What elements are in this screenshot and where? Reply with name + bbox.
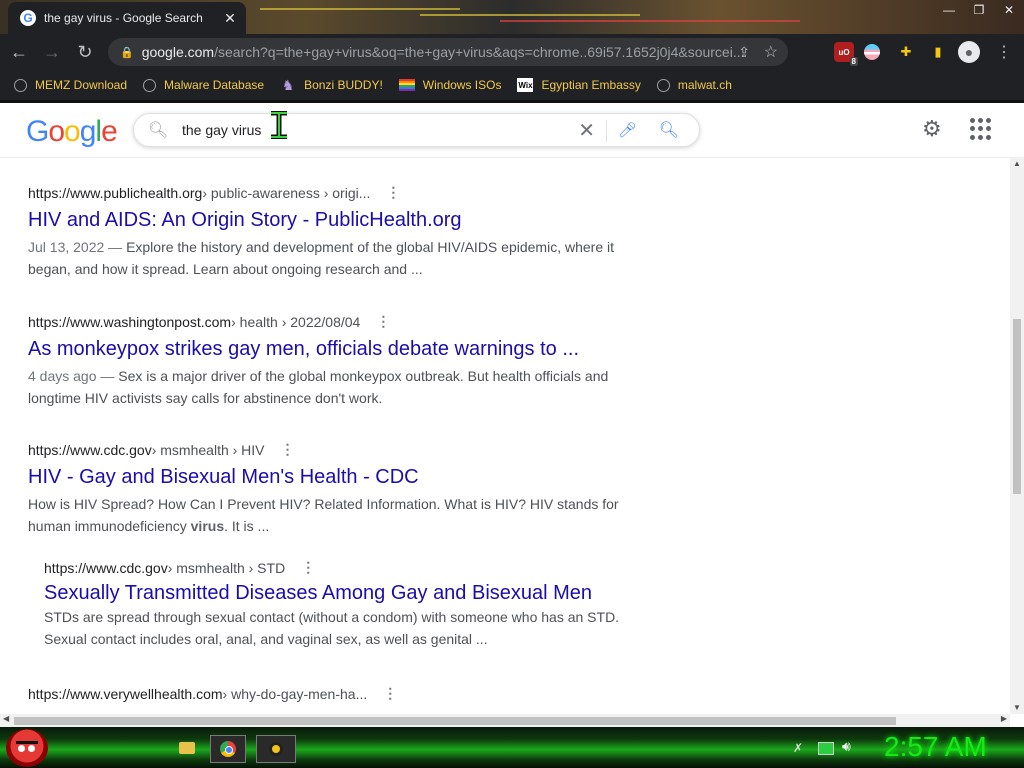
result-cite[interactable]: https://www.washingtonpost.com › health … (28, 313, 628, 330)
wallpaper-streak (260, 8, 460, 10)
search-icon: 🔍︎ (148, 122, 169, 139)
result-snippet: How is HIV Spread? How Can I Prevent HIV… (28, 496, 619, 534)
tray-volume-icon[interactable]: 🔊︎ (842, 738, 851, 755)
search-result: https://www.publichealth.org › public-aw… (28, 184, 628, 280)
result-cite[interactable]: https://www.cdc.gov › msmhealth › STD ⋮ (44, 559, 644, 576)
bonzi-icon: ♞ (281, 76, 295, 93)
globe-icon (14, 78, 27, 92)
reload-icon[interactable]: ↻ (71, 38, 99, 66)
taskbar-file-explorer[interactable] (172, 735, 202, 761)
search-submit-icon[interactable]: 🔍︎ (659, 120, 679, 140)
clear-icon[interactable]: ✕ (578, 118, 595, 143)
scroll-right-icon[interactable]: ▶ (1001, 714, 1007, 723)
search-input[interactable] (180, 121, 544, 139)
folder-icon (179, 742, 195, 754)
bookmark-star-icon[interactable]: ☆ (764, 42, 778, 62)
result-cite[interactable]: https://www.publichealth.org › public-aw… (28, 184, 628, 201)
tray-display-icon[interactable] (818, 742, 834, 755)
result-cite[interactable]: https://www.cdc.gov › msmhealth › HIV ⋮ (28, 441, 628, 458)
more-options-icon[interactable]: ⋮ (376, 313, 390, 330)
media-disc-icon (269, 742, 283, 756)
result-snippet: 4 days ago — Sex is a major driver of th… (28, 368, 609, 406)
close-window-icon[interactable]: ✕ (994, 0, 1024, 20)
search-result-indented: https://www.cdc.gov › msmhealth › STD ⋮ S… (44, 559, 644, 650)
taskbar: ✗ 🔊︎ 2:57 AM (0, 727, 1024, 768)
address-bar[interactable]: 🔒 google.com/search?q=the+gay+virus&oq=t… (108, 38, 788, 66)
bookmark-malwatch[interactable]: malwat.ch (656, 78, 732, 92)
minimize-icon[interactable]: — (934, 0, 964, 20)
share-icon[interactable]: ⇪ (738, 44, 750, 61)
extensions-puzzle-icon[interactable]: ✚ (896, 42, 916, 62)
back-arrow-icon[interactable]: ← (5, 38, 33, 66)
google-logo[interactable]: Google (26, 115, 118, 149)
windows-flag-icon (398, 79, 415, 91)
result-cite[interactable]: https://www.verywellhealth.com › why-do-… (28, 685, 628, 702)
browser-tab-strip: G the gay virus - Google Search ✕ — ❐ ✕ (0, 0, 1024, 34)
search-results: https://www.publichealth.org › public-aw… (0, 158, 1010, 714)
result-snippet: STDs are spread through sexual contact (… (44, 609, 620, 647)
forward-arrow-icon[interactable]: → (38, 38, 66, 66)
horizontal-scrollbar[interactable]: ◀ ▶ (0, 714, 1010, 727)
address-url[interactable]: google.com/search?q=the+gay+virus&oq=the… (142, 44, 762, 60)
bookmark-bonzi-buddy[interactable]: ♞ Bonzi BUDDY! (280, 77, 383, 93)
taskbar-chrome[interactable] (210, 735, 246, 763)
chrome-icon (220, 741, 236, 757)
ublock-badge: 8 (849, 57, 858, 66)
more-options-icon[interactable]: ⋮ (383, 685, 397, 702)
wallpaper-streak (500, 20, 800, 22)
bookmark-malware-database[interactable]: Malware Database (143, 78, 264, 92)
more-options-icon[interactable]: ⋮ (386, 184, 400, 201)
vertical-scrollbar[interactable]: ▲ ▼ (1010, 157, 1024, 714)
settings-gear-icon[interactable]: ⚙ (922, 116, 942, 142)
bookmark-memz-download[interactable]: MEMZ Download (14, 78, 127, 92)
search-result: https://www.washingtonpost.com › health … (28, 313, 628, 409)
google-header: Google 🔍︎ ✕ 🎤︎ 🔍︎ (0, 103, 1010, 158)
tab-google-search[interactable]: G the gay virus - Google Search ✕ (8, 2, 246, 34)
start-button-angry-bird-icon[interactable] (6, 729, 48, 767)
result-title-link[interactable]: As monkeypox strikes gay men, officials … (28, 336, 628, 362)
taskbar-media-player[interactable] (256, 735, 296, 763)
bookmark-egyptian-embassy[interactable]: Wix Egyptian Embassy (517, 78, 641, 92)
wix-icon: Wix (517, 78, 534, 92)
window-controls: — ❐ ✕ (934, 0, 1024, 20)
tray-network-icon[interactable]: ✗ (793, 741, 803, 755)
scroll-left-icon[interactable]: ◀ (3, 714, 9, 723)
microphone-icon[interactable]: 🎤︎ (618, 121, 637, 139)
search-result: https://www.cdc.gov › msmhealth › HIV ⋮ H… (28, 441, 628, 537)
chrome-menu-icon[interactable]: ⋮ (994, 42, 1014, 62)
lock-icon[interactable]: 🔒 (120, 46, 134, 59)
text-cursor-icon (271, 111, 287, 139)
search-divider (606, 120, 607, 142)
result-snippet: Jul 13, 2022 — Explore the history and d… (28, 239, 614, 277)
scroll-down-icon[interactable]: ▼ (1013, 703, 1021, 712)
maximize-icon[interactable]: ❐ (964, 0, 994, 20)
google-favicon-icon: G (20, 10, 36, 26)
scroll-up-icon[interactable]: ▲ (1013, 159, 1021, 168)
horizontal-scroll-thumb[interactable] (14, 717, 896, 725)
ublock-origin-icon[interactable]: uO 8 (834, 42, 858, 66)
google-apps-icon[interactable] (970, 118, 992, 140)
bookmarks-bar: MEMZ Download Malware Database ♞ Bonzi BU… (0, 70, 1024, 100)
bookmark-windows-isos[interactable]: Windows ISOs (398, 78, 501, 92)
result-title-link[interactable]: Sexually Transmitted Diseases Among Gay … (44, 580, 644, 606)
globe-icon (143, 78, 157, 92)
side-panel-icon[interactable]: ▮ (928, 42, 948, 62)
browser-toolbar: ← → ↻ 🔒 google.com/search?q=the+gay+viru… (0, 34, 1024, 70)
result-title-link[interactable]: HIV and AIDS: An Origin Story - PublicHe… (28, 207, 628, 233)
trans-flag-extension-icon[interactable] (864, 44, 880, 60)
taskbar-clock[interactable]: 2:57 AM (884, 731, 987, 763)
tab-close-icon[interactable]: ✕ (222, 10, 238, 27)
more-options-icon[interactable]: ⋮ (301, 559, 315, 576)
wallpaper-streak (420, 14, 640, 16)
globe-icon (656, 78, 670, 92)
tab-title: the gay virus - Google Search (44, 11, 203, 25)
more-options-icon[interactable]: ⋮ (281, 441, 295, 458)
search-result: https://www.verywellhealth.com › why-do-… (28, 685, 628, 702)
profile-avatar-icon[interactable]: ● (958, 41, 980, 63)
vertical-scroll-thumb[interactable] (1013, 319, 1021, 494)
result-title-link[interactable]: HIV - Gay and Bisexual Men's Health - CD… (28, 464, 628, 490)
search-box[interactable]: 🔍︎ ✕ 🎤︎ 🔍︎ (133, 113, 700, 147)
